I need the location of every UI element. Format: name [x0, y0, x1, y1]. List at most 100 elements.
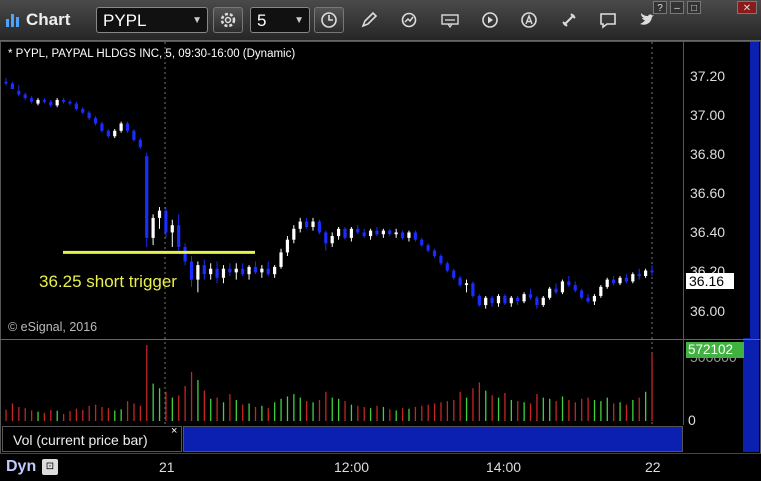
candle [439, 254, 443, 266]
close-study-icon[interactable]: × [171, 425, 177, 437]
candle [106, 128, 110, 139]
volume-bar [165, 391, 167, 421]
short-trigger-annotation[interactable]: 36.25 short trigger [39, 272, 177, 292]
candle [535, 295, 539, 309]
candle [157, 207, 162, 229]
candle [138, 138, 142, 149]
volume-bar [389, 409, 391, 421]
volume-bar [280, 398, 282, 421]
candle-body [612, 279, 616, 284]
dynamic-mode-label[interactable]: Dyn [6, 458, 36, 476]
volume-bar [114, 410, 116, 421]
candle-body [426, 245, 430, 251]
candle-body [336, 228, 341, 237]
candle [68, 99, 72, 106]
candle-body [4, 81, 8, 84]
candle-body [10, 83, 14, 90]
candle [650, 265, 654, 276]
volume-study-label[interactable]: Vol (current price bar) [2, 426, 182, 452]
candle [516, 295, 520, 306]
chart-window: Chart PYPL ▼ 5 ▼ ? – □ ✕ * PYPL, PAYPAL … [0, 0, 761, 481]
candle [183, 243, 187, 266]
candle [189, 256, 194, 287]
lock-icon[interactable]: ⊡ [42, 459, 58, 475]
volume-bar [497, 397, 500, 421]
candle-body [42, 99, 46, 102]
volume-bar [561, 396, 564, 421]
candle [471, 281, 475, 298]
candle-body [266, 268, 270, 275]
candle-body [228, 268, 232, 273]
candle [599, 285, 603, 298]
volume-bar [11, 403, 14, 421]
volume-bar [453, 399, 455, 421]
volume-bar [222, 402, 225, 421]
candle-body [420, 239, 424, 246]
candle-body [439, 256, 443, 264]
candle [151, 214, 155, 246]
volume-bar [357, 405, 359, 421]
candle-body [592, 295, 597, 302]
candle-body [157, 210, 162, 218]
candle-body [554, 288, 558, 293]
x-tick-label: 21 [159, 459, 175, 475]
volume-bar [267, 408, 269, 421]
candle [10, 81, 14, 90]
volume-bar [107, 408, 110, 421]
candle-body [61, 99, 66, 102]
volume-bar [101, 406, 103, 421]
candle-body [87, 112, 91, 119]
volume-bar [178, 395, 180, 421]
candle [637, 268, 641, 280]
candle [330, 232, 334, 247]
volume-bar [395, 410, 397, 421]
price-volume-chart[interactable] [0, 0, 761, 480]
volume-bar [523, 402, 525, 421]
candle [490, 295, 494, 307]
volume-indicator-bar[interactable] [183, 426, 683, 452]
volume-bar [126, 401, 129, 421]
chart-grid [164, 42, 653, 452]
volume-bar [446, 401, 449, 421]
candle [285, 236, 290, 257]
candle [388, 228, 392, 237]
candle-body [516, 297, 520, 302]
candle-body [298, 221, 302, 229]
candle [605, 277, 609, 289]
volume-bar [261, 405, 263, 421]
volume-bar [606, 397, 608, 421]
volume-bar [312, 402, 314, 421]
volume-bar [197, 380, 199, 421]
candle [4, 78, 8, 86]
candle-body [81, 109, 85, 113]
y-tick-label: 37.00 [690, 107, 726, 123]
candle [368, 228, 373, 240]
candle [567, 275, 571, 287]
candle-body [644, 270, 648, 276]
candle-body [388, 230, 392, 235]
candle [23, 92, 27, 100]
candle [273, 265, 277, 278]
x-tick-label: 14:00 [486, 459, 522, 475]
candle [624, 274, 629, 284]
volume-bar [568, 399, 570, 421]
candle-body [196, 265, 200, 280]
volume-bar [600, 401, 602, 421]
volume-bar [625, 404, 628, 421]
candle-body [74, 103, 78, 110]
volume-bar [133, 403, 135, 421]
candle [580, 288, 584, 300]
volume-bar [37, 411, 39, 421]
candle-body [573, 285, 577, 291]
candle-body [125, 123, 130, 131]
volume-bar [529, 403, 532, 421]
y-tick-label: 36.40 [690, 224, 726, 240]
candle-body [317, 221, 322, 233]
candle-body [145, 156, 149, 238]
candle-body [458, 277, 462, 286]
volume-bar [50, 409, 52, 421]
candle [292, 225, 296, 244]
candle [74, 101, 78, 111]
candle-body [29, 98, 34, 102]
candle-body [503, 295, 507, 304]
